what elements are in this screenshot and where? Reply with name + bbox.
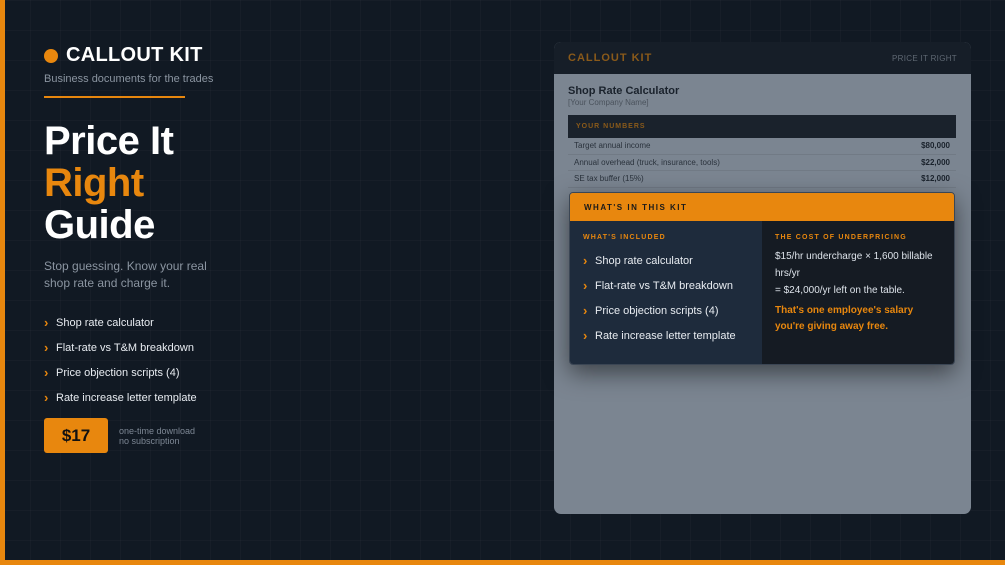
preview-tag: PRICE IT RIGHT — [892, 53, 957, 63]
row-label: SE tax buffer (15%) — [574, 174, 644, 184]
feature-label: Rate increase letter template — [56, 391, 197, 404]
feature-label: Shop rate calculator — [56, 316, 154, 329]
title-line-1: Price It — [44, 119, 174, 163]
cost-calculation: $15/hr undercharge × 1,600 billable hrs/… — [775, 251, 933, 279]
modal-body: WHAT'S INCLUDED › Shop rate calculator › F… — [570, 221, 954, 364]
row-value: $22,000 — [921, 157, 950, 167]
price-note: one-time download no subscription — [119, 426, 195, 446]
page-title: Price It Right Guide — [44, 119, 174, 247]
subtitle: Stop guessing. Know your real shop rate … — [44, 259, 207, 290]
item-label: Flat-rate vs T&M breakdown — [595, 279, 733, 292]
brand-tagline: Business documents for the trades — [44, 73, 214, 85]
preview-header: CALLOUT KIT PRICE IT RIGHT — [554, 42, 971, 74]
chevron-right-icon: › — [583, 253, 588, 268]
included-list: › Shop rate calculator › Flat-rate vs T&M … — [583, 248, 749, 348]
preview-brand: CALLOUT KIT — [568, 52, 653, 64]
chevron-right-icon: › — [44, 340, 49, 355]
feature-item: › Price objection scripts (4) — [44, 360, 197, 385]
feature-item: › Shop rate calculator — [44, 310, 197, 335]
title-line-2: Right — [44, 161, 144, 205]
cost-panel: THE COST OF UNDERPRICING $15/hr undercha… — [762, 221, 954, 364]
chevron-right-icon: › — [583, 328, 588, 343]
list-item: › Shop rate calculator — [583, 248, 749, 273]
row-value: $80,000 — [921, 141, 950, 151]
table-row: Target annual income $80,000 — [568, 138, 956, 155]
chevron-right-icon: › — [583, 303, 588, 318]
buy-button[interactable]: $17 — [44, 418, 108, 453]
cost-total: = $24,000/yr left on the table. — [775, 285, 905, 296]
feature-label: Price objection scripts (4) — [56, 366, 180, 379]
price-note-line-2: no subscription — [119, 435, 180, 446]
accent-border-left — [0, 0, 5, 565]
feature-label: Flat-rate vs T&M breakdown — [56, 341, 194, 354]
feature-list: › Shop rate calculator › Flat-rate vs T&M … — [44, 310, 197, 410]
brand: CALLOUT KIT — [44, 44, 203, 67]
chevron-right-icon: › — [44, 390, 49, 405]
list-item: › Flat-rate vs T&M breakdown — [583, 273, 749, 298]
purchase-row: $17 one-time download no subscription — [44, 418, 195, 453]
feature-item: › Flat-rate vs T&M breakdown — [44, 335, 197, 360]
list-item: › Price objection scripts (4) — [583, 298, 749, 323]
included-panel: WHAT'S INCLUDED › Shop rate calculator › F… — [570, 221, 762, 364]
chevron-right-icon: › — [583, 278, 588, 293]
feature-item: › Rate increase letter template — [44, 385, 197, 410]
chevron-right-icon: › — [44, 315, 49, 330]
doc-section-band: YOUR NUMBERS — [568, 115, 956, 138]
cost-highlight: That's one employee's salary you're givi… — [775, 305, 914, 332]
doc-subtitle: [Your Company Name] — [568, 98, 649, 107]
cost-label: THE COST OF UNDERPRICING — [775, 234, 907, 241]
doc-table: Target annual income $80,000 Annual overh… — [568, 138, 956, 188]
row-value: $12,000 — [921, 174, 950, 184]
included-label: WHAT'S INCLUDED — [583, 234, 666, 241]
table-row: Annual overhead (truck, insurance, tools… — [568, 155, 956, 171]
price-note-line-1: one-time download — [119, 425, 196, 436]
divider — [44, 96, 185, 98]
modal-title: WHAT'S IN THIS KIT — [570, 193, 954, 221]
title-line-3: Guide — [44, 203, 155, 247]
chevron-right-icon: › — [44, 365, 49, 380]
kit-contents-modal: WHAT'S IN THIS KIT WHAT'S INCLUDED › Shop… — [569, 192, 955, 365]
list-item: › Rate increase letter template — [583, 323, 749, 348]
brand-dot-icon — [44, 48, 58, 63]
doc-title: Shop Rate Calculator — [568, 85, 680, 97]
row-label: Annual overhead (truck, insurance, tools… — [574, 157, 720, 167]
brand-name: CALLOUT KIT — [66, 44, 203, 66]
row-label: Target annual income — [574, 141, 651, 151]
item-label: Shop rate calculator — [595, 254, 693, 267]
accent-border-bottom — [0, 560, 1005, 565]
item-label: Price objection scripts (4) — [595, 304, 719, 317]
table-row: SE tax buffer (15%) $12,000 — [568, 171, 956, 188]
item-label: Rate increase letter template — [595, 329, 736, 342]
